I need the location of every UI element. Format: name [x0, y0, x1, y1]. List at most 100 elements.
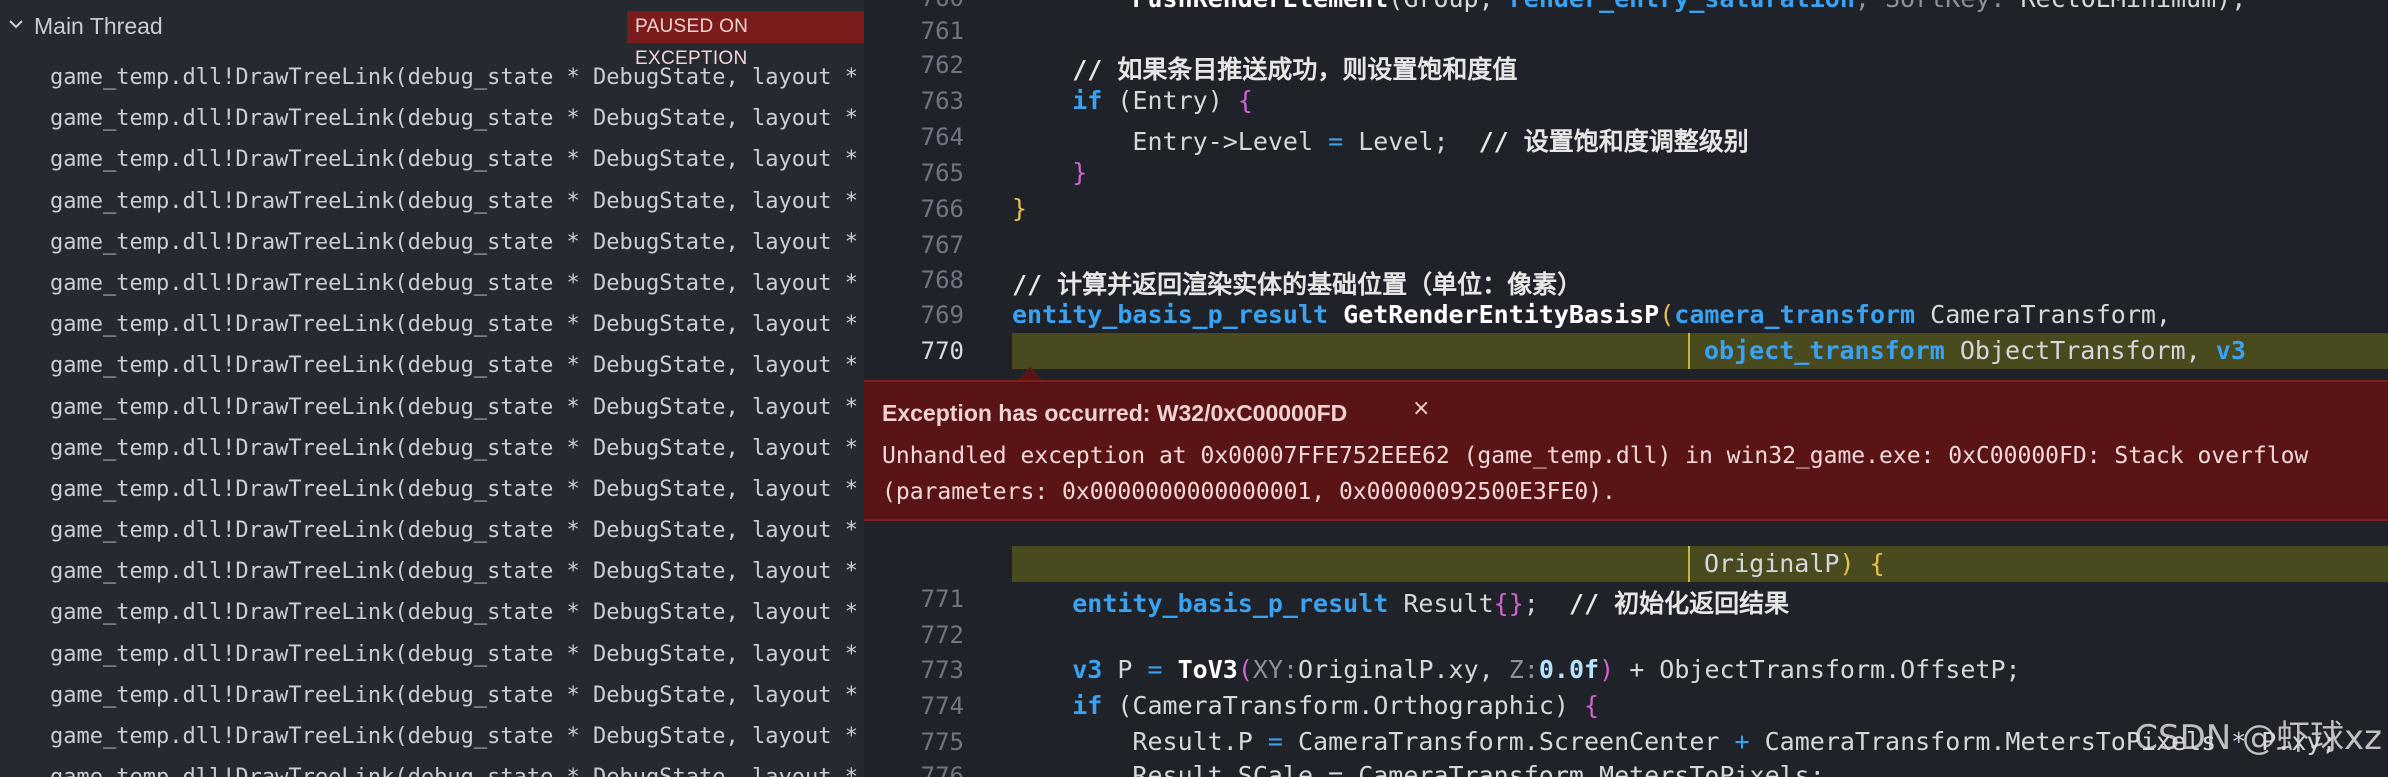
- line-number: 764: [920, 123, 964, 151]
- code-line: PushRenderElement(Group, render_entry_sa…: [1012, 0, 2246, 13]
- code-text: P: [1102, 655, 1148, 684]
- stack-frame[interactable]: game_temp.dll!DrawTreeLink(debug_state *…: [0, 716, 864, 757]
- type-name: camera_transform: [1674, 300, 1916, 329]
- stack-frame[interactable]: game_temp.dll!DrawTreeLink(debug_state *…: [0, 345, 864, 386]
- watermark: CSDN @虾球xz: [2134, 718, 2382, 758]
- stack-frame[interactable]: game_temp.dll!DrawTreeLink(debug_state *…: [0, 428, 864, 469]
- stack-frame[interactable]: game_temp.dll!DrawTreeLink(debug_state *…: [0, 634, 864, 675]
- stack-frame[interactable]: game_temp.dll!DrawTreeLink(debug_state *…: [0, 222, 864, 263]
- inlay-hint: , SortKey:: [1855, 0, 2021, 13]
- operator: +: [1734, 727, 1750, 756]
- bracket: (: [1237, 655, 1253, 684]
- function-name: GetRenderEntityBasisP: [1343, 300, 1660, 329]
- stack-frame[interactable]: game_temp.dll!DrawTreeLink(debug_state *…: [0, 469, 864, 510]
- code-line: entity_basis_p_result GetRenderEntityBas…: [1012, 300, 2171, 329]
- type-name: object_transform: [1704, 336, 1945, 365]
- comment: // 计算并返回渲染实体的基础位置（单位：像素）: [1012, 270, 1583, 299]
- code-text: ): [1207, 86, 1238, 115]
- stack-frame[interactable]: game_temp.dll!DrawTreeLink(debug_state *…: [0, 387, 864, 428]
- code-text: (: [1102, 86, 1133, 115]
- code-line: // 如果条目推送成功，则设置饱和度值: [1012, 50, 1517, 86]
- stack-frame[interactable]: game_temp.dll!DrawTreeLink(debug_state *…: [0, 263, 864, 304]
- code-text: (Group,: [1388, 0, 1508, 13]
- line-number: 771: [920, 585, 964, 613]
- code-line: // 计算并返回渲染实体的基础位置（单位：像素）: [1012, 265, 1582, 301]
- code-text: + ObjectTransform.OffsetP;: [1614, 655, 2021, 684]
- bracket: }: [1012, 194, 1028, 223]
- code-line: Entry->Level = Level; // 设置饱和度调整级别: [1012, 122, 1748, 158]
- type-name: entity_basis_p_result: [1012, 300, 1329, 329]
- type-name: entity_basis_p_result: [1072, 589, 1389, 618]
- thread-title: Main Thread: [34, 13, 163, 39]
- stack-frame[interactable]: game_temp.dll!DrawTreeLink(debug_state *…: [0, 510, 864, 551]
- code-text: Entry: [1132, 86, 1208, 115]
- stack-frame[interactable]: game_temp.dll!DrawTreeLink(debug_state *…: [0, 757, 864, 777]
- indent-guide: [1688, 333, 1690, 369]
- bracket: ): [1599, 655, 1615, 684]
- line-number: 773: [920, 656, 964, 684]
- line-number: 776: [920, 762, 964, 777]
- inlay-hint: XY:: [1252, 655, 1299, 684]
- indent-guide: [1688, 546, 1690, 582]
- number-literal: 0.0f: [1538, 655, 1600, 684]
- stack-frame[interactable]: game_temp.dll!DrawTreeLink(debug_state *…: [0, 57, 864, 98]
- stack-frame[interactable]: game_temp.dll!DrawTreeLink(debug_state *…: [0, 139, 864, 180]
- code-line: entity_basis_p_result Result{}; // 初始化返回…: [1012, 584, 1789, 620]
- bracket: {: [1869, 549, 1885, 578]
- line-number: 761: [920, 17, 964, 45]
- bracket: {: [1583, 691, 1600, 720]
- type-name: v3: [1072, 655, 1103, 684]
- stack-frame[interactable]: game_temp.dll!DrawTreeLink(debug_state *…: [0, 304, 864, 345]
- identifier: render_entry_saturation: [1509, 0, 1855, 13]
- paused-on-exception-badge: PAUSED ON EXCEPTION: [627, 11, 864, 69]
- stack-frame[interactable]: game_temp.dll!DrawTreeLink(debug_state *…: [0, 592, 864, 633]
- exception-pointer: [1017, 367, 1043, 381]
- comment: // 初始化返回结果: [1568, 589, 1790, 618]
- code-text: ObjectTransform,: [1944, 336, 2216, 365]
- thread-header[interactable]: Main Thread PAUSED ON EXCEPTION: [0, 6, 864, 69]
- line-number: 772: [920, 621, 964, 649]
- code-text: CameraTransform,: [1915, 300, 2171, 329]
- line-number-current: 770: [920, 337, 964, 365]
- type-name: v3: [2215, 336, 2246, 365]
- code-line: if (CameraTransform.Orthographic) {: [1012, 691, 1599, 720]
- function-name: PushRenderElement: [1132, 0, 1388, 13]
- code-text: Result.SCale = CameraTransform.MetersToP…: [1132, 761, 1825, 777]
- function-name: ToV3: [1177, 655, 1238, 684]
- bracket: ): [1839, 549, 1855, 578]
- code-line: if (Entry) {: [1012, 86, 1253, 115]
- inlay-hint: Z:: [1508, 655, 1539, 684]
- stack-frame[interactable]: game_temp.dll!DrawTreeLink(debug_state *…: [0, 675, 864, 716]
- exception-message: Unhandled exception at 0x00007FFE752EEE6…: [882, 443, 2309, 505]
- exception-title: Exception has occurred: W32/0xC00000FD: [882, 400, 1348, 426]
- line-number: 767: [920, 231, 964, 259]
- stack-frame[interactable]: game_temp.dll!DrawTreeLink(debug_state *…: [0, 98, 864, 139]
- operator: =: [1328, 127, 1344, 156]
- call-stack-panel: Main Thread PAUSED ON EXCEPTION game_tem…: [0, 0, 864, 777]
- code-line: v3 P = ToV3(XY:OriginalP.xy, Z:0.0f) + O…: [1012, 655, 2021, 684]
- code-text: OriginalP: [1704, 549, 1840, 578]
- bracket: {: [1237, 86, 1253, 115]
- stack-frame[interactable]: game_temp.dll!DrawTreeLink(debug_state *…: [0, 181, 864, 222]
- line-number: 774: [920, 692, 964, 720]
- exception-widget: Exception has occurred: W32/0xC00000FD ×…: [864, 380, 2388, 521]
- close-icon[interactable]: ×: [1412, 398, 1434, 420]
- stack-frame[interactable]: game_temp.dll!DrawTreeLink(debug_state *…: [0, 551, 864, 592]
- line-number: 760: [864, 0, 964, 12]
- code-text: Result: [1388, 589, 1494, 618]
- line-number: 775: [920, 728, 964, 756]
- code-text: Level;: [1343, 127, 1479, 156]
- line-number: 766: [920, 195, 964, 223]
- bracket: {}: [1493, 589, 1524, 618]
- chevron-down-icon[interactable]: [8, 16, 24, 32]
